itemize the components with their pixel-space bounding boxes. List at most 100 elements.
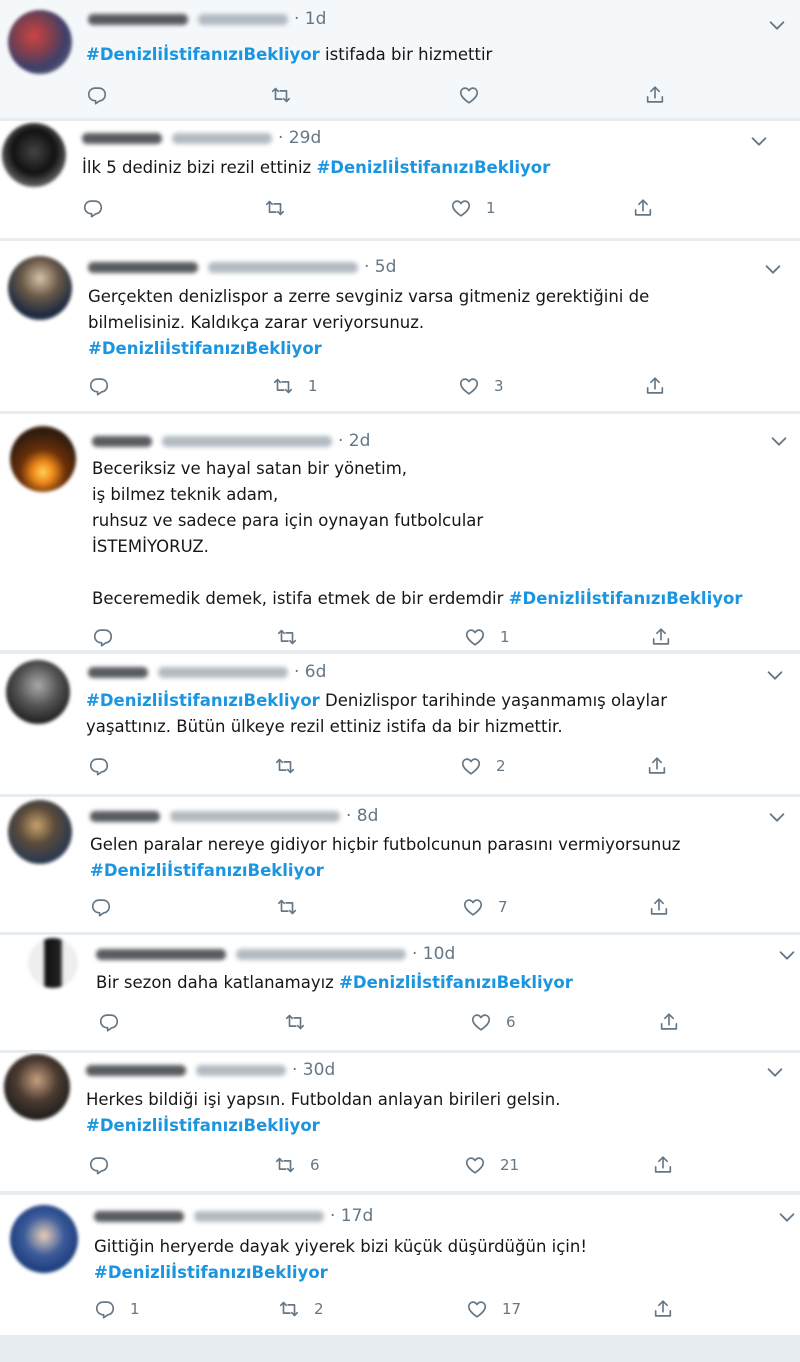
retweet-button[interactable]: 2 [278,1298,324,1320]
share-button[interactable] [632,197,654,219]
blurred-handle[interactable] [196,1064,286,1076]
blurred-handle[interactable] [158,666,288,678]
tweet[interactable]: · 10d Bir sezon daha katlanamayız #Denizl… [0,935,800,1050]
share-button[interactable] [652,1298,674,1320]
retweet-button[interactable] [276,896,312,918]
tweet[interactable]: · 8d Gelen paralar nereye gidiyor hiçbir … [0,797,800,932]
like-button[interactable]: 1 [450,197,496,219]
retweet-button[interactable] [270,84,306,106]
blurred-display-name[interactable] [90,810,160,822]
tweet[interactable]: · 6d #DenizliİstifanızıBekliyor Denizlisp… [0,654,800,794]
hashtag-link[interactable]: #DenizliİstifanızıBekliyor [88,339,322,358]
avatar[interactable] [10,1205,78,1273]
chevron-down-icon[interactable] [748,130,770,152]
chevron-down-icon[interactable] [766,806,788,828]
retweet-button[interactable] [284,1011,320,1033]
chevron-down-icon[interactable] [776,944,798,966]
avatar[interactable] [8,800,72,864]
retweet-button[interactable] [274,755,310,777]
reply-button[interactable] [98,1011,134,1033]
like-button[interactable]: 21 [464,1154,519,1176]
timestamp[interactable]: · 8d [346,806,378,826]
share-button[interactable] [658,1011,680,1033]
reply-button[interactable] [86,84,122,106]
blurred-display-name[interactable] [96,948,226,960]
chevron-down-icon[interactable] [764,1061,786,1083]
retweet-button[interactable] [276,626,312,648]
avatar[interactable] [8,10,72,74]
share-button[interactable] [652,1154,674,1176]
hashtag-link[interactable]: #DenizliİstifanızıBekliyor [86,691,320,710]
share-button[interactable] [644,84,666,106]
blurred-handle[interactable] [162,435,332,447]
timestamp[interactable]: · 29d [278,128,321,148]
avatar[interactable] [6,660,70,724]
reply-button[interactable] [82,197,118,219]
like-button[interactable]: 2 [460,755,506,777]
chevron-down-icon[interactable] [762,258,784,280]
reply-button[interactable] [88,1154,124,1176]
timestamp[interactable]: · 17d [330,1206,373,1226]
blurred-display-name[interactable] [82,132,162,144]
blurred-handle[interactable] [198,13,288,25]
like-button[interactable]: 7 [462,896,508,918]
blurred-display-name[interactable] [88,666,148,678]
timestamp[interactable]: · 5d [364,257,396,277]
blurred-display-name[interactable] [88,261,198,273]
blurred-display-name[interactable] [88,13,188,25]
tweet[interactable]: · 2d Beceriksiz ve hayal satan bir yöneti… [0,414,800,650]
avatar[interactable] [4,1054,70,1120]
like-button[interactable]: 3 [458,375,504,397]
share-button[interactable] [644,375,666,397]
reply-button[interactable] [88,375,124,397]
like-button[interactable]: 1 [464,626,510,648]
tweet[interactable]: · 17d Gittiğin heryerde dayak yiyerek biz… [0,1195,800,1335]
hashtag-link[interactable]: #DenizliİstifanızıBekliyor [90,861,324,880]
blurred-display-name[interactable] [86,1064,186,1076]
hashtag-link[interactable]: #DenizliİstifanızıBekliyor [316,158,550,177]
hashtag-link[interactable]: #DenizliİstifanızıBekliyor [509,589,743,608]
chevron-down-icon[interactable] [768,430,790,452]
timestamp[interactable]: · 1d [294,9,326,29]
avatar[interactable] [8,256,72,320]
chevron-down-icon[interactable] [766,14,788,36]
retweet-button[interactable] [264,197,300,219]
avatar[interactable] [2,123,66,187]
tweet[interactable]: · 30d Herkes bildiği işi yapsın. Futbolda… [0,1053,800,1191]
blurred-handle[interactable] [236,948,406,960]
blurred-handle[interactable] [194,1210,324,1222]
reply-button[interactable] [92,626,128,648]
reply-button[interactable] [88,755,124,777]
chevron-down-icon[interactable] [776,1206,798,1228]
retweet-button[interactable]: 1 [272,375,318,397]
tweet[interactable]: · 29d İlk 5 dediniz bizi rezil ettiniz #D… [0,121,800,238]
hashtag-link[interactable]: #DenizliİstifanızıBekliyor [339,973,573,992]
share-button[interactable] [646,755,668,777]
avatar[interactable] [10,426,76,492]
reply-button[interactable]: 1 [94,1298,140,1320]
hashtag-link[interactable]: #DenizliİstifanızıBekliyor [86,45,320,64]
like-button[interactable]: 17 [466,1298,521,1320]
blurred-display-name[interactable] [94,1210,184,1222]
like-icon [470,1011,492,1033]
blurred-handle[interactable] [172,132,272,144]
chevron-down-icon[interactable] [764,664,786,686]
avatar[interactable] [28,938,78,988]
share-button[interactable] [648,896,670,918]
like-button[interactable] [458,84,494,106]
blurred-display-name[interactable] [92,435,152,447]
timestamp[interactable]: · 6d [294,662,326,682]
hashtag-link[interactable]: #DenizliİstifanızıBekliyor [86,1116,320,1135]
timestamp[interactable]: · 10d [412,944,455,964]
like-button[interactable]: 6 [470,1011,516,1033]
timestamp[interactable]: · 30d [292,1060,335,1080]
reply-button[interactable] [90,896,126,918]
timestamp[interactable]: · 2d [338,431,370,451]
hashtag-link[interactable]: #DenizliİstifanızıBekliyor [94,1263,328,1282]
blurred-handle[interactable] [208,261,358,273]
retweet-button[interactable]: 6 [274,1154,320,1176]
tweet[interactable]: · 5d Gerçekten denizlispor a zerre sevgin… [0,241,800,411]
share-button[interactable] [650,626,672,648]
tweet[interactable]: · 1d #DenizliİstifanızıBekliyor istifada … [0,0,800,118]
blurred-handle[interactable] [170,810,340,822]
